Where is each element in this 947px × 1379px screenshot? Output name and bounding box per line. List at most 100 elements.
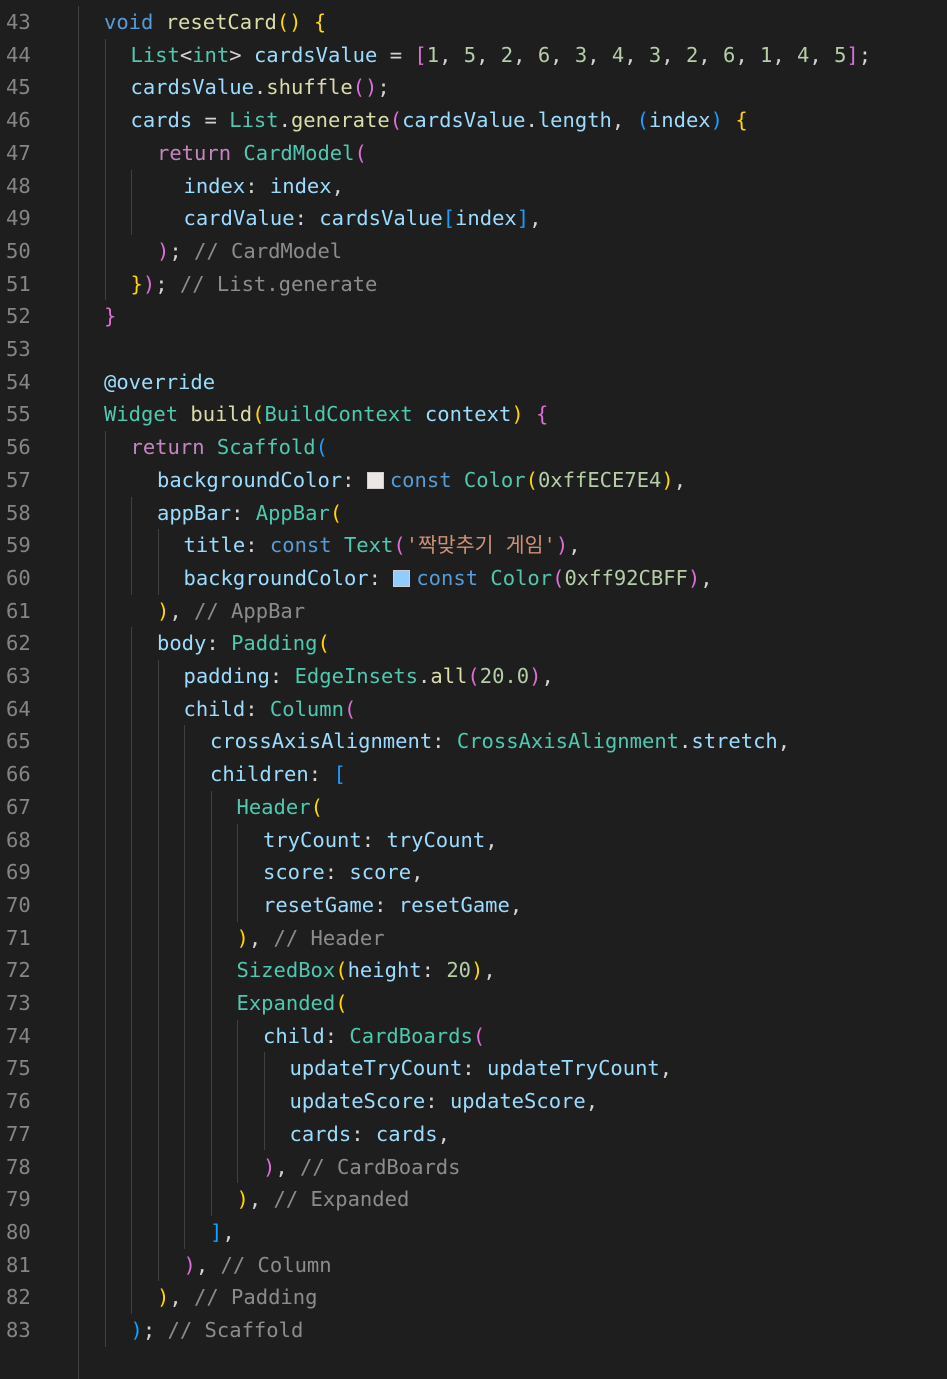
- code-token: cardsValue: [319, 206, 443, 231]
- code-token: ,: [437, 1121, 450, 1146]
- code-token: ,: [529, 206, 542, 231]
- code-text: ), // Padding: [157, 1281, 317, 1314]
- code-text: void resetCard() {: [104, 6, 326, 39]
- line-number: 48: [6, 173, 31, 198]
- code-token: index: [269, 173, 332, 198]
- code-line[interactable]: 71), // Header: [0, 922, 947, 955]
- code-line[interactable]: 68 tryCount: tryCount,: [0, 824, 947, 857]
- code-token: stretch: [691, 729, 778, 754]
- code-line[interactable]: 56 return Scaffold(: [0, 431, 947, 464]
- code-token: .: [679, 729, 692, 754]
- code-token: 20: [446, 958, 472, 983]
- code-token: 0xff92CBFF: [564, 565, 688, 590]
- code-line[interactable]: 43 void resetCard() {: [0, 6, 947, 39]
- code-line[interactable]: 66 children: [: [0, 758, 947, 791]
- line-number: 50: [6, 238, 31, 263]
- code-line[interactable]: 49 cardValue: cardsValue[index],: [0, 202, 947, 235]
- code-line[interactable]: 59 title: const Text('짝맞추기 게임'),: [0, 529, 947, 562]
- code-token: tryCount: [386, 827, 486, 852]
- code-line[interactable]: 65 crossAxisAlignment: CrossAxisAlignment…: [0, 725, 947, 758]
- code-token: 20.0: [479, 664, 530, 688]
- code-line[interactable]: 82), // Padding: [0, 1281, 947, 1314]
- code-token: ,: [248, 925, 274, 950]
- code-line[interactable]: 79), // Expanded: [0, 1183, 947, 1216]
- line-number: 67: [6, 794, 31, 819]
- code-line[interactable]: 77 cards: cards,: [0, 1118, 947, 1151]
- code-line[interactable]: 64 child: Column(: [0, 693, 947, 726]
- line-number: 51: [6, 271, 31, 296]
- code-token: :: [425, 1089, 450, 1114]
- code-line[interactable]: 47 return CardModel(: [0, 137, 947, 170]
- code-token: void: [104, 10, 154, 34]
- line-number: 55: [6, 402, 31, 427]
- code-line[interactable]: 61), // AppBar: [0, 595, 947, 628]
- code-line[interactable]: 76 updateScore: updateScore,: [0, 1085, 947, 1118]
- code-line[interactable]: 44 List<int> cardsValue = [1, 5, 2, 6, 3,…: [0, 39, 947, 72]
- code-text: }); // List.generate: [131, 268, 378, 301]
- code-line[interactable]: 54 @override: [0, 366, 947, 399]
- code-token: ,: [509, 892, 523, 917]
- code-line[interactable]: 63 padding: EdgeInsets.all(20.0),: [0, 660, 947, 693]
- line-number: 76: [6, 1089, 31, 1114]
- code-token: ): [130, 1318, 143, 1342]
- code-token: ,: [624, 42, 649, 67]
- code-line[interactable]: 78), // CardBoards: [0, 1151, 947, 1184]
- line-number: 53: [6, 337, 31, 361]
- code-line[interactable]: 67 Header(: [0, 791, 947, 824]
- line-number: 73: [6, 991, 31, 1015]
- color-swatch-icon[interactable]: [366, 471, 384, 489]
- code-token: build: [190, 402, 253, 427]
- code-line[interactable]: 58 appBar: AppBar(: [0, 497, 947, 530]
- code-text: cardsValue.shuffle();: [131, 71, 390, 104]
- code-line[interactable]: 72 SizedBox(height: 20),: [0, 954, 947, 987]
- code-token: (): [352, 75, 378, 100]
- code-line[interactable]: 46 cards = List.generate(cardsValue.lengt…: [0, 104, 947, 137]
- code-line[interactable]: 75 updateTryCount: updateTryCount,: [0, 1052, 947, 1085]
- code-line[interactable]: 70 resetGame: resetGame,: [0, 889, 947, 922]
- code-token: Widget: [104, 402, 179, 427]
- code-text: return CardModel(: [157, 137, 367, 170]
- code-text: ],: [210, 1216, 235, 1249]
- code-token: [: [414, 42, 427, 67]
- code-token: >: [229, 42, 242, 67]
- code-token: .: [253, 75, 267, 100]
- color-swatch-icon[interactable]: [393, 569, 411, 587]
- code-line[interactable]: 83); // Scaffold: [0, 1314, 947, 1347]
- code-text: padding: EdgeInsets.all(20.0),: [184, 660, 554, 693]
- code-token: ,: [587, 42, 612, 67]
- code-line[interactable]: 60 backgroundColor: const Color(0xff92CBF…: [0, 562, 947, 595]
- code-line[interactable]: 51 }); // List.generate: [0, 268, 947, 301]
- code-line[interactable]: 62 body: Padding(: [0, 627, 947, 660]
- code-token: updateScore: [289, 1089, 426, 1114]
- code-token: ): [236, 1187, 249, 1212]
- code-token: Column: [269, 696, 344, 721]
- code-line[interactable]: 48 index: index,: [0, 170, 947, 203]
- code-token: 6: [537, 42, 551, 67]
- code-editor[interactable]: 43 void resetCard() {44 List<int> cardsVal…: [0, 0, 947, 1379]
- code-token: padding: [183, 664, 270, 688]
- code-line[interactable]: 55 Widget build(BuildContext context) {: [0, 398, 947, 431]
- code-token: 2: [685, 42, 699, 67]
- code-line[interactable]: 45 cardsValue.shuffle();: [0, 71, 947, 104]
- code-line[interactable]: 57 backgroundColor: const Color(0xffECE7E…: [0, 464, 947, 497]
- code-token: ,: [195, 1252, 221, 1277]
- code-text: index: index,: [184, 170, 344, 203]
- code-token: :: [374, 892, 399, 917]
- code-line[interactable]: 80],: [0, 1216, 947, 1249]
- code-line[interactable]: 74 child: CardBoards(: [0, 1020, 947, 1053]
- code-line[interactable]: 73 Expanded(: [0, 987, 947, 1020]
- code-line[interactable]: 69 score: score,: [0, 856, 947, 889]
- code-token: // Scaffold: [167, 1318, 304, 1342]
- code-token: ,: [411, 860, 424, 885]
- code-line[interactable]: 53: [0, 333, 947, 366]
- code-token: length: [537, 108, 612, 133]
- code-line[interactable]: 52}: [0, 300, 947, 333]
- line-number: 66: [6, 762, 31, 787]
- code-token: {: [735, 108, 748, 133]
- code-line[interactable]: 81), // Column: [0, 1249, 947, 1282]
- code-token: const: [269, 533, 332, 558]
- code-line[interactable]: 50); // CardModel: [0, 235, 947, 268]
- code-token: ,: [485, 827, 498, 852]
- code-token: body: [157, 631, 207, 656]
